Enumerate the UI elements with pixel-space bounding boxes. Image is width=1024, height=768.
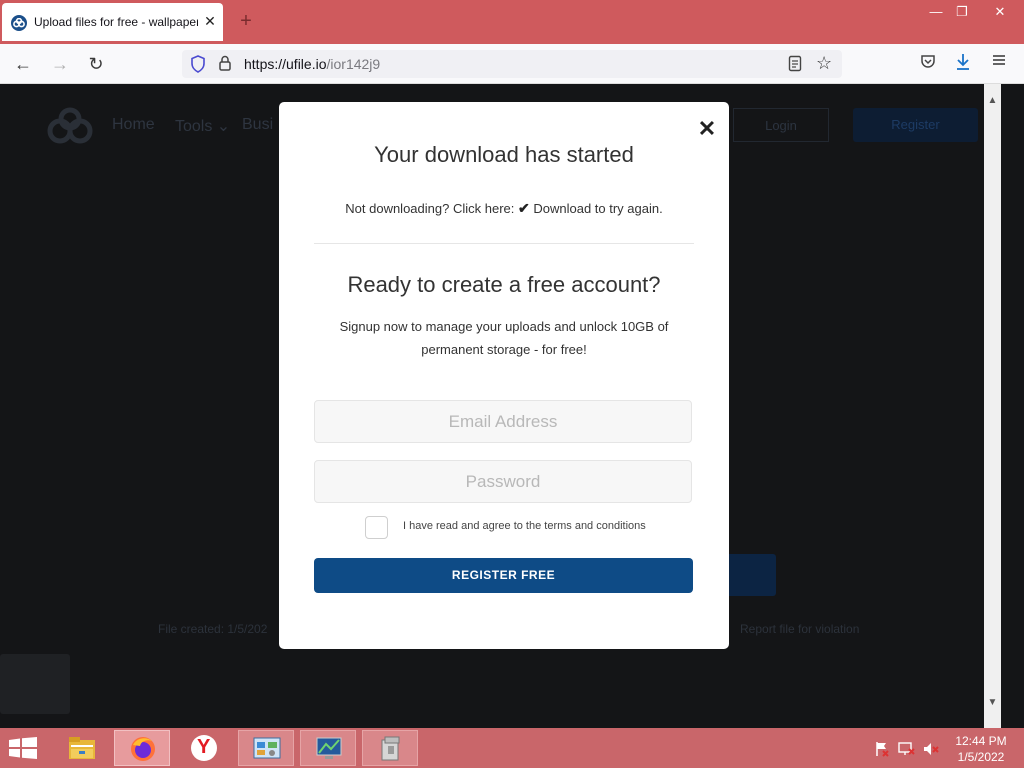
- windows-start-icon[interactable]: [8, 737, 38, 764]
- network-monitor-icon: [316, 737, 342, 759]
- browser-tab-active[interactable]: Upload files for free - wallpaper ✕: [2, 3, 223, 41]
- reader-view-icon[interactable]: [788, 55, 802, 77]
- network-tray-icon[interactable]: [898, 741, 916, 762]
- folder-icon: [69, 737, 95, 759]
- file-created-text: File created: 1/5/202: [158, 622, 268, 636]
- volume-muted-icon[interactable]: [922, 741, 940, 762]
- not-downloading-text: Not downloading? Click here: ✔ Download …: [279, 200, 729, 217]
- terms-label[interactable]: I have read and agree to the terms and c…: [403, 520, 646, 532]
- restore-button[interactable]: ❐: [947, 4, 977, 20]
- nav-business-link[interactable]: Busi: [242, 116, 273, 134]
- taskbar-archive[interactable]: [362, 730, 418, 766]
- password-field[interactable]: [314, 460, 692, 503]
- browser-navbar: ← → ↻ https://ufile.io/ior142j9 ☆: [0, 44, 1024, 84]
- recaptcha-badge[interactable]: [0, 654, 70, 714]
- page-margin: [1001, 84, 1024, 728]
- page-scrollbar[interactable]: ▲ ▼: [984, 84, 1001, 728]
- taskbar-yandex[interactable]: Y: [176, 730, 232, 766]
- taskbar-file-explorer[interactable]: [54, 730, 110, 766]
- modal-close-icon[interactable]: ✕: [696, 118, 718, 140]
- register-free-button[interactable]: REGISTER FREE: [314, 558, 693, 593]
- shield-icon[interactable]: [190, 55, 206, 78]
- tab-title: Upload files for free - wallpaper: [34, 15, 198, 29]
- firefox-icon: [131, 737, 155, 761]
- pocket-icon[interactable]: [920, 53, 936, 74]
- windows-taskbar: Y 12:44 PM 1/5/2022: [0, 728, 1024, 768]
- register-button[interactable]: Register: [853, 108, 978, 142]
- modal-divider: [314, 243, 694, 244]
- ufile-favicon-icon: [11, 15, 27, 31]
- clock-time: 12:44 PM: [955, 734, 1007, 748]
- lock-icon[interactable]: [218, 55, 232, 77]
- ufile-logo-icon: [47, 107, 93, 144]
- system-clock[interactable]: 12:44 PM 1/5/2022: [948, 733, 1014, 765]
- download-icon[interactable]: [955, 53, 971, 76]
- scroll-up-arrow-icon[interactable]: ▲: [984, 92, 1001, 109]
- email-field[interactable]: [314, 400, 692, 443]
- menu-icon[interactable]: [992, 53, 1006, 72]
- reload-button[interactable]: ↻: [83, 52, 109, 76]
- modal-title: Your download has started: [374, 142, 634, 167]
- account-description: Signup now to manage your uploads and un…: [339, 319, 669, 357]
- new-tab-button[interactable]: +: [236, 11, 256, 31]
- yandex-letter: Y: [197, 736, 211, 758]
- scroll-down-arrow-icon[interactable]: ▼: [984, 694, 1001, 711]
- url-text[interactable]: https://ufile.io/ior142j9: [244, 56, 380, 72]
- checkmark-icon: ✔: [518, 200, 530, 216]
- terms-checkbox[interactable]: [365, 516, 388, 539]
- action-center-flag-icon[interactable]: [874, 741, 890, 762]
- report-file-link[interactable]: Report file for violation: [740, 622, 859, 636]
- star-icon[interactable]: ☆: [816, 54, 832, 72]
- retry-download-link[interactable]: Download to try again.: [533, 201, 662, 216]
- not-downloading-label: Not downloading? Click here:: [345, 201, 515, 216]
- tab-close-icon[interactable]: ✕: [201, 12, 219, 30]
- download-started-modal: ✕ Your download has started Not download…: [279, 102, 729, 649]
- close-window-button[interactable]: ✕: [985, 4, 1015, 20]
- account-title: Ready to create a free account?: [347, 272, 661, 297]
- taskbar-control-panel[interactable]: [238, 730, 294, 766]
- nav-home-link[interactable]: Home: [112, 116, 155, 134]
- control-panel-icon: [253, 737, 281, 759]
- url-bar[interactable]: https://ufile.io/ior142j9 ☆: [182, 50, 842, 78]
- clock-date: 1/5/2022: [957, 750, 1005, 764]
- url-host: https://ufile.io: [244, 56, 327, 72]
- forward-button[interactable]: →: [47, 52, 73, 76]
- taskbar-firefox[interactable]: [114, 730, 170, 766]
- browser-titlebar: Upload files for free - wallpaper ✕ + — …: [0, 0, 1024, 44]
- taskbar-network[interactable]: [300, 730, 356, 766]
- login-button[interactable]: Login: [733, 108, 829, 142]
- nav-tools-link[interactable]: Tools ⌄: [175, 116, 230, 136]
- archive-icon: [381, 736, 400, 761]
- back-button[interactable]: ←: [10, 52, 36, 76]
- url-path: /ior142j9: [326, 56, 381, 72]
